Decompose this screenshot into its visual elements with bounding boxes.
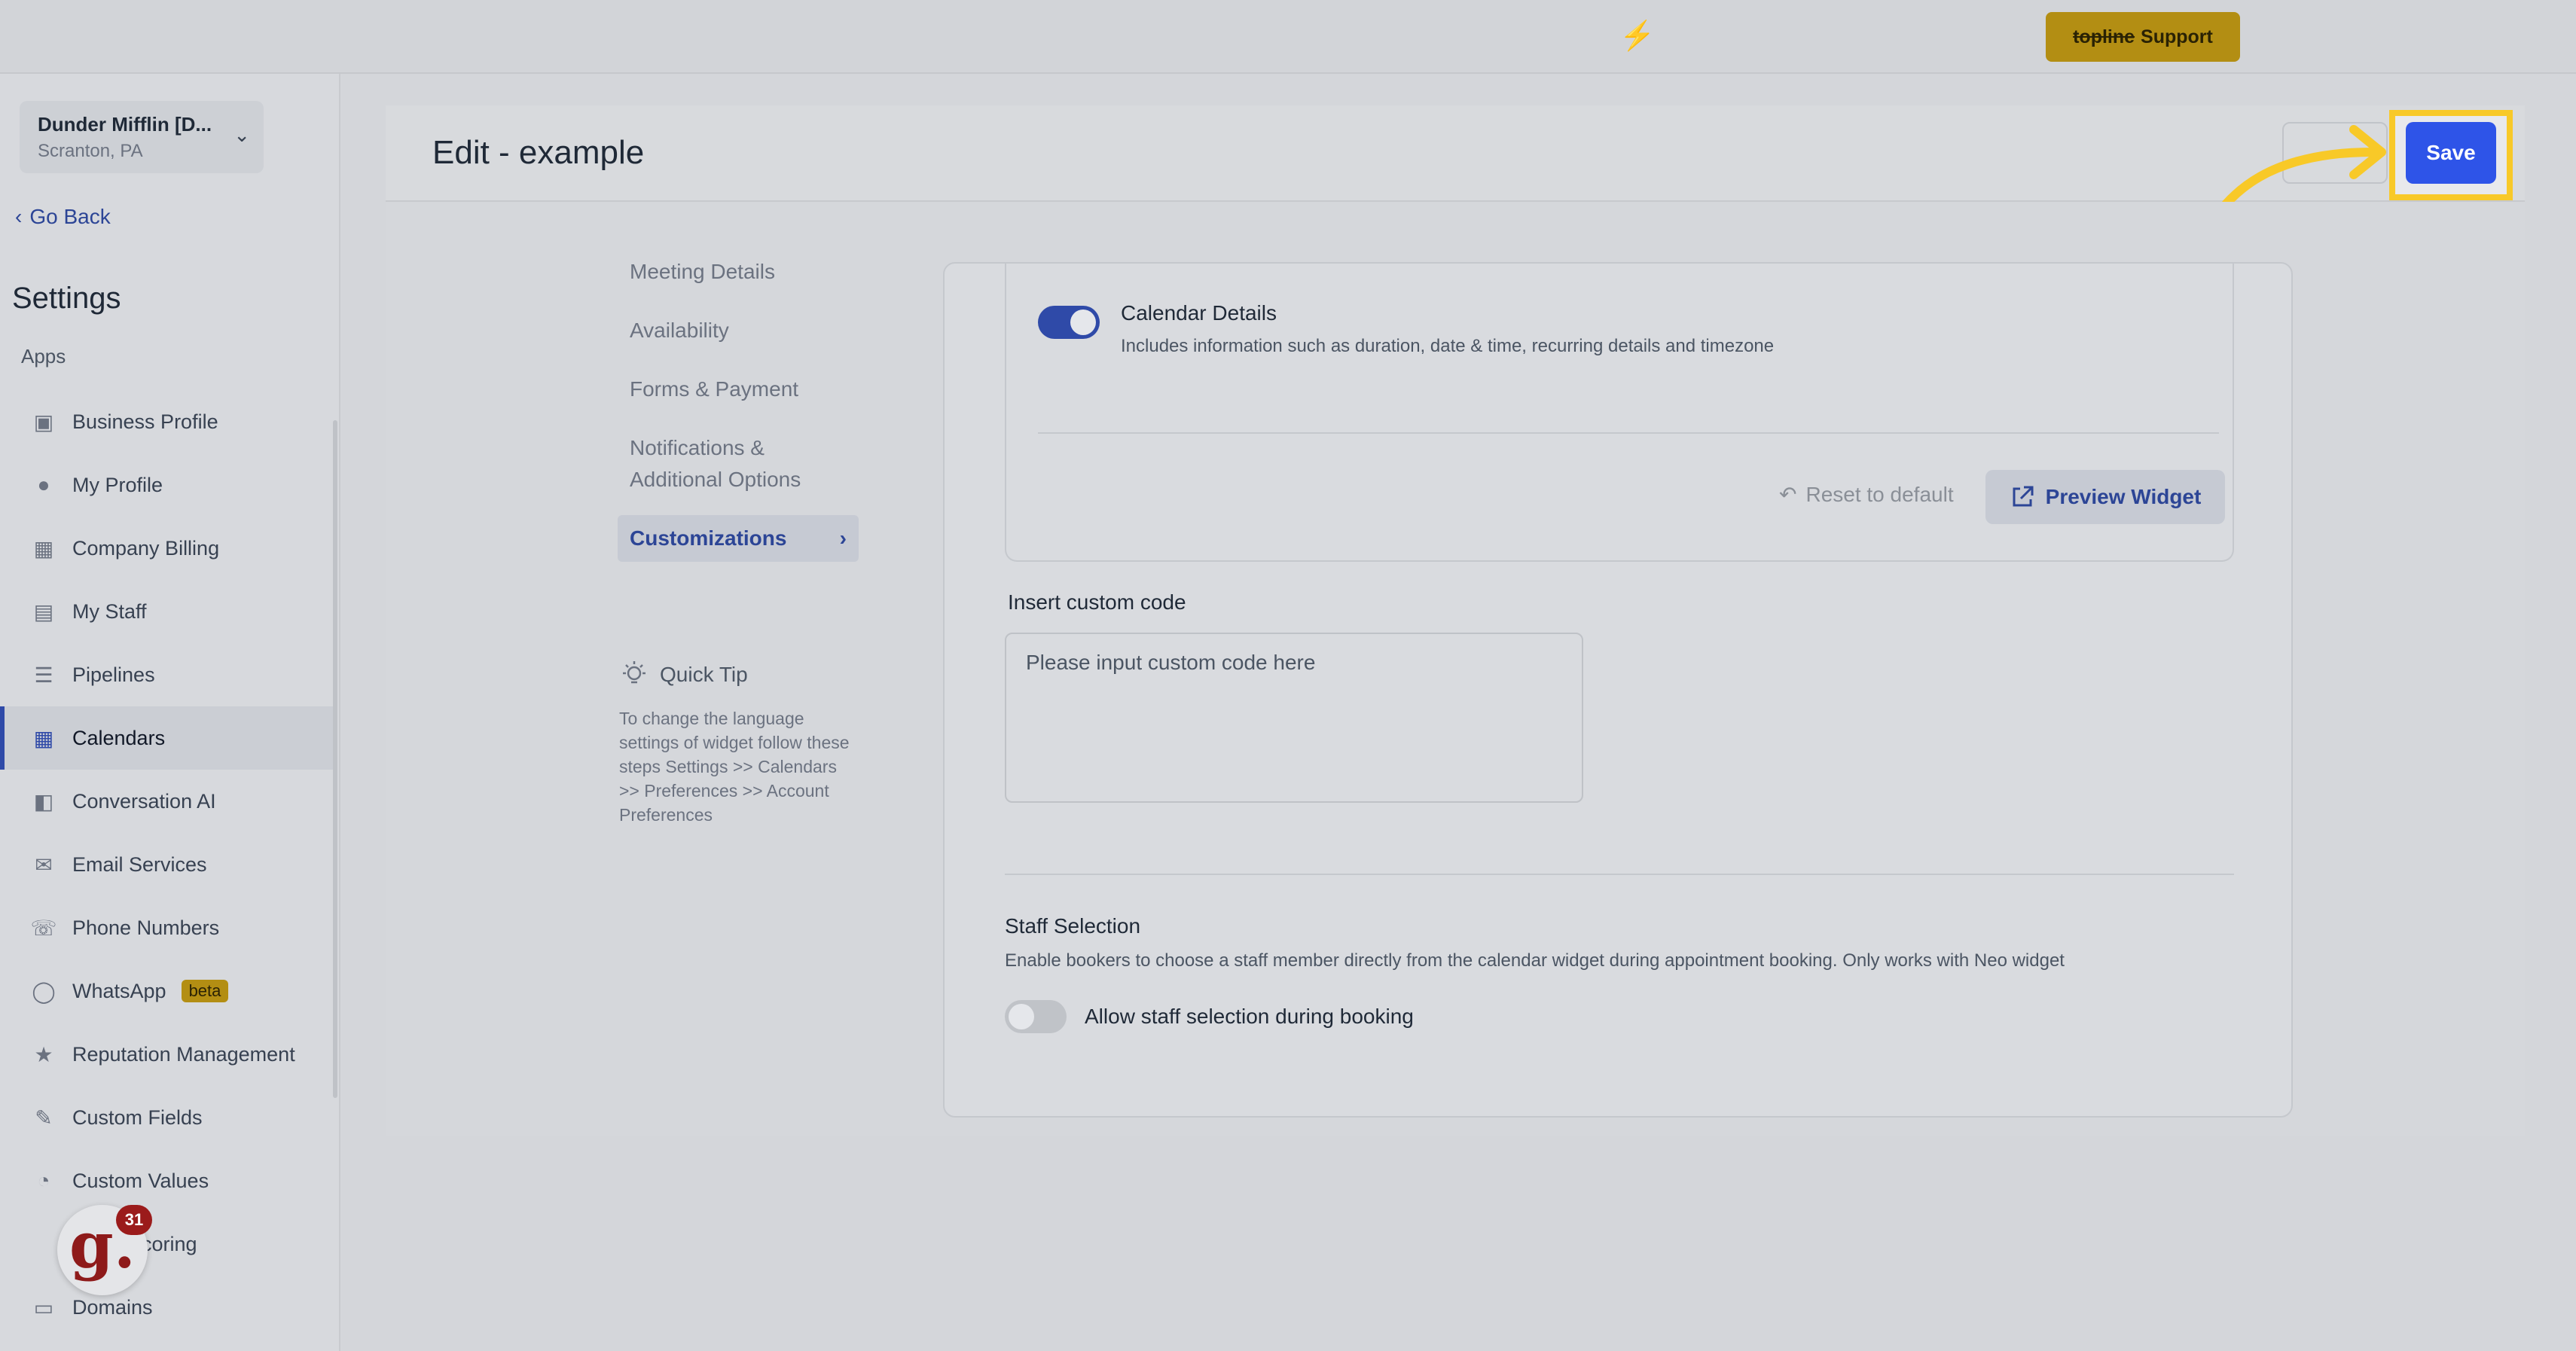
edit-icon: ✎ [35,1106,53,1130]
staff-icon: ▤ [33,599,54,624]
location-switcher[interactable]: Dunder Mifflin [D... Scranton, PA ⌄ [20,101,264,173]
save-button[interactable]: Save [2406,122,2496,184]
sidebar-item-label: Company Billing [72,536,220,560]
apps-label: Apps [21,345,66,367]
step-notifications[interactable]: Notifications & Additional Options [618,425,859,503]
sidebar-item-label: WhatsApp [72,979,166,1002]
beta-badge: beta [181,980,229,1002]
custom-code-label: Insert custom code [1008,590,1186,614]
pipeline-icon: ☰ [34,663,53,687]
help-widget-button[interactable]: g. 31 [57,1205,152,1295]
sidebar-item-label: Phone Numbers [72,916,220,939]
sidebar-item-label: Custom Fields [72,1106,203,1129]
sidebar-item-reputation-management[interactable]: ★ Reputation Management [0,1023,336,1086]
divider [1038,432,2219,434]
step-availability[interactable]: Availability [618,307,859,354]
sidebar-item-label: Reputation Management [72,1042,295,1066]
step-forms-payment[interactable]: Forms & Payment [618,366,859,413]
preview-label: Preview Widget [2045,485,2202,508]
sidebar-item-scoring[interactable]: Scoring [0,1212,336,1276]
sidebar-item-label: Domains [72,1295,153,1319]
domain-icon: ▭ [33,1295,54,1319]
pie-icon: ◔ [37,1169,50,1192]
customizations-card: Calendar Details Includes information su… [943,262,2293,1118]
widget-settings-card: Calendar Details Includes information su… [1005,264,2234,562]
edit-steps-nav: Meeting Details Availability Forms & Pay… [618,249,859,574]
sidebar-item-label: Custom Values [72,1169,209,1192]
mail-icon: ✉ [35,852,53,877]
sidebar-item-label: My Staff [72,599,147,623]
lightning-icon[interactable]: ⚡ [1619,20,1655,53]
support-brand: topline [2073,26,2135,47]
step-customizations[interactable]: Customizations › [618,515,859,562]
preview-widget-button[interactable]: Preview Widget [1985,470,2225,524]
sidebar-item-email-services[interactable]: ✉ Email Services [0,833,336,896]
notification-count-badge: 31 [116,1205,152,1235]
sidebar-scrollbar[interactable] [333,420,337,1098]
chat-icon: ◧ [33,789,54,813]
sidebar-item-calendars[interactable]: ▦ Calendars [0,706,336,770]
quick-tip-body: To change the language settings of widge… [619,709,850,825]
staff-selection-toggle-label: Allow staff selection during booking [1085,1005,1414,1028]
calendar-details-toggle[interactable] [1038,306,1100,339]
sidebar-item-label: Pipelines [72,663,155,686]
staff-selection-title: Staff Selection [1005,914,1141,938]
settings-nav: ▣ Business Profile ● My Profile ▦ Compan… [0,390,336,1339]
step-customizations-label: Customizations [630,526,787,550]
sidebar: Dunder Mifflin [D... Scranton, PA ⌄ ‹ Go… [0,74,340,1351]
phone-icon: ☏ [30,916,57,940]
sidebar-item-domains[interactable]: ▭ Domains [0,1276,336,1339]
grid-icon: ▦ [33,536,54,560]
page-title: Edit - example [432,134,645,171]
quick-tip-title: Quick Tip [660,663,748,686]
calendar-icon: ▦ [33,726,54,750]
user-icon: ● [37,473,50,496]
custom-code-input[interactable] [1005,633,1583,803]
sidebar-item-custom-fields[interactable]: ✎ Custom Fields [0,1086,336,1149]
sidebar-item-label: Email Services [72,852,207,876]
sidebar-item-business-profile[interactable]: ▣ Business Profile [0,390,336,453]
sidebar-item-label: Calendars [72,726,166,749]
star-icon: ★ [34,1042,53,1066]
step-meeting-details[interactable]: Meeting Details [618,249,859,295]
sidebar-item-company-billing[interactable]: ▦ Company Billing [0,517,336,580]
external-link-icon [2013,486,2034,507]
briefcase-icon: ▣ [33,410,54,434]
go-back-label: Go Back [29,205,111,228]
sidebar-item-my-profile[interactable]: ● My Profile [0,453,336,517]
settings-title: Settings [12,282,121,315]
sidebar-item-my-staff[interactable]: ▤ My Staff [0,580,336,643]
calendar-details-desc: Includes information such as duration, d… [1121,336,1775,356]
chevron-right-icon: › [839,526,847,550]
sidebar-item-custom-values[interactable]: ◔ Custom Values [0,1149,336,1212]
sidebar-item-label: My Profile [72,473,163,496]
reset-to-default-button[interactable]: ↶ Reset to default [1779,482,1954,507]
undo-icon: ↶ [1779,483,1797,506]
sidebar-item-pipelines[interactable]: ☰ Pipelines [0,643,336,706]
location-name: Dunder Mifflin [D... [38,113,212,136]
staff-selection-desc: Enable bookers to choose a staff member … [1005,950,2065,971]
support-button[interactable]: topline Support [2046,12,2240,62]
sidebar-item-label: Business Profile [72,410,218,433]
location-address: Scranton, PA [38,141,143,161]
go-back-link[interactable]: ‹ Go Back [15,205,111,229]
lightbulb-icon [623,661,646,684]
sidebar-item-conversation-ai[interactable]: ◧ Conversation AI [0,770,336,833]
calendar-details-title: Calendar Details [1121,301,1277,325]
sidebar-item-whatsapp[interactable]: ◯ WhatsApp beta [0,959,336,1023]
staff-selection-toggle[interactable] [1005,1000,1067,1033]
top-bar: ⚡ topline Support [0,0,2576,74]
quick-tip: Quick Tip To change the language setting… [619,660,860,827]
support-label: Support [2141,26,2213,47]
sidebar-item-label: Conversation AI [72,789,216,813]
divider [1005,874,2234,875]
chevron-left-icon: ‹ [15,205,23,228]
chevron-down-icon: ⌄ [233,124,250,146]
whatsapp-icon: ◯ [32,979,56,1003]
reset-label: Reset to default [1805,482,1954,506]
sidebar-item-phone-numbers[interactable]: ☏ Phone Numbers [0,896,336,959]
